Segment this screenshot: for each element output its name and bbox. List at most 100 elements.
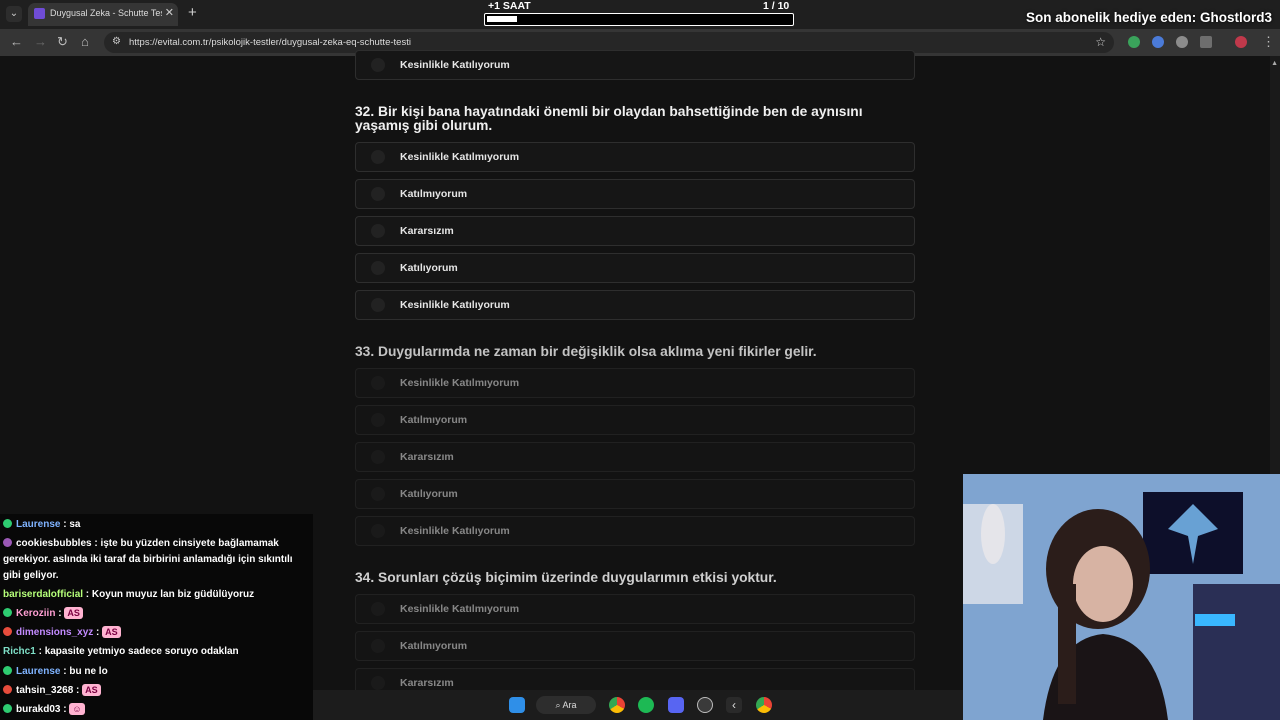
url-text[interactable]: https://evital.com.tr/psikolojik-testler… — [129, 37, 411, 48]
chat-separator: : — [55, 608, 65, 619]
radio-button[interactable] — [371, 224, 385, 238]
spotify-icon[interactable] — [638, 697, 654, 713]
chat-username[interactable]: dimensions_xyz — [16, 627, 93, 638]
browser-tab[interactable]: Duygusal Zeka - Schutte Testi (EQ ✕ — [28, 3, 178, 26]
chat-username[interactable]: Keroziin — [16, 608, 55, 619]
option-label: Kesinlikle Katılmıyorum — [400, 603, 520, 615]
answer-option[interactable]: Kesinlikle Katılıyorum — [355, 290, 915, 320]
option-label: Katılmıyorum — [400, 640, 468, 652]
chat-username[interactable]: burakd03 — [16, 704, 60, 715]
chat-badge-icon — [3, 627, 12, 636]
back-icon[interactable]: ← — [10, 34, 23, 49]
radio-button[interactable] — [371, 376, 385, 390]
subathon-progress-fill — [487, 16, 517, 22]
chrome-icon[interactable] — [756, 697, 772, 713]
chrome-icon[interactable] — [609, 697, 625, 713]
chat-separator: : — [73, 685, 83, 696]
radio-button[interactable] — [371, 298, 385, 312]
extension-audio-icon[interactable] — [1152, 36, 1164, 48]
radio-button[interactable] — [371, 487, 385, 501]
option-label: Kararsızım — [400, 451, 454, 463]
radio-button[interactable] — [371, 602, 385, 616]
radio-button[interactable] — [371, 450, 385, 464]
menu-dots-icon[interactable]: ⋮ — [1262, 34, 1275, 50]
answer-option[interactable]: Katılmıyorum — [355, 405, 915, 435]
radio-button[interactable] — [371, 639, 385, 653]
chat-separator: : — [93, 627, 103, 638]
taskbar-search[interactable]: ⌕ Ara — [536, 696, 596, 714]
option-label: Kesinlikle Katılıyorum — [400, 59, 510, 71]
chat-username[interactable]: bariserdalofficial — [3, 589, 83, 600]
new-tab-icon[interactable]: + — [188, 4, 197, 21]
scroll-up-icon[interactable]: ▲ — [1271, 60, 1278, 67]
site-info-icon[interactable]: ⚙ — [112, 36, 121, 47]
close-tab-icon[interactable]: ✕ — [165, 6, 174, 19]
forward-icon[interactable]: → — [34, 34, 47, 49]
radio-button[interactable] — [371, 58, 385, 72]
question-32: 32. Bir kişi bana hayatındaki önemli bir… — [355, 104, 863, 133]
home-icon[interactable]: ⌂ — [81, 34, 89, 49]
radio-button[interactable] — [371, 150, 385, 164]
answer-option[interactable]: Kararsızım — [355, 442, 915, 472]
extensions-puzzle-icon[interactable] — [1200, 36, 1212, 48]
question-34: 34. Sorunları çözüş biçimim üzerinde duy… — [355, 570, 777, 585]
taskbar-search-label: Ara — [562, 700, 577, 710]
subathon-counter: 1 / 10 — [763, 0, 790, 12]
option-label: Kesinlikle Katılmıyorum — [400, 151, 520, 163]
question-33: 33. Duygularımda ne zaman bir değişiklik… — [355, 344, 817, 359]
chat-message: Richc1 : kapasite yetmiyo sadece soruyo … — [3, 644, 311, 660]
option-label: Kesinlikle Katılıyorum — [400, 525, 510, 537]
answer-option[interactable]: Katılıyorum — [355, 479, 915, 509]
bookmark-star-icon[interactable]: ☆ — [1095, 35, 1106, 49]
search-icon: ⌕ — [555, 700, 563, 710]
radio-button[interactable] — [371, 187, 385, 201]
chat-emote-icon: ☺ — [69, 703, 85, 715]
reload-icon[interactable]: ↻ — [57, 34, 68, 50]
chat-message: Keroziin : AS — [3, 606, 311, 622]
extension-shield-icon[interactable] — [1128, 36, 1140, 48]
radio-button[interactable] — [371, 524, 385, 538]
answer-option[interactable]: Kararsızım — [355, 216, 915, 246]
obs-icon[interactable] — [697, 697, 713, 713]
answer-option[interactable]: Katılmıyorum — [355, 631, 915, 661]
radio-button[interactable] — [371, 261, 385, 275]
answer-option[interactable]: Katılmıyorum — [355, 179, 915, 209]
chat-username[interactable]: tahsin_3268 — [16, 685, 73, 696]
chat-username[interactable]: cookiesbubbles — [16, 538, 92, 549]
stream-chat: Laurense : sa cookiesbubbles : işte bu yü… — [0, 514, 313, 720]
answer-option[interactable]: Kesinlikle Katılıyorum — [355, 50, 915, 80]
profile-avatar[interactable] — [1235, 36, 1247, 48]
option-label: Kesinlikle Katılıyorum — [400, 299, 510, 311]
radio-button[interactable] — [371, 676, 385, 690]
chat-message: dimensions_xyz : AS — [3, 625, 311, 641]
discord-icon[interactable] — [668, 697, 684, 713]
chat-emote-icon: AS — [102, 626, 121, 638]
answer-option[interactable]: Katılıyorum — [355, 253, 915, 283]
answer-option[interactable]: Kesinlikle Katılmıyorum — [355, 368, 915, 398]
chat-username[interactable]: Richc1 — [3, 646, 36, 657]
chat-badge-icon — [3, 685, 12, 694]
gift-sub-banner: Son abonelik hediye eden: Ghostlord3 — [1026, 10, 1273, 25]
chat-separator: : — [35, 646, 45, 657]
answer-option[interactable]: Kesinlikle Katılmıyorum — [355, 594, 915, 624]
chat-message: burakd03 : ☺ — [3, 702, 311, 718]
chat-badge-icon — [3, 704, 12, 713]
chat-text: Koyun muyuz lan biz güdülüyoruz — [91, 589, 255, 600]
option-label: Katılıyorum — [400, 262, 458, 274]
answer-option[interactable]: Kesinlikle Katılıyorum — [355, 516, 915, 546]
chat-username[interactable]: Laurense — [16, 519, 60, 530]
extension-icon[interactable] — [1176, 36, 1188, 48]
site-favicon-icon — [34, 8, 45, 19]
option-label: Katılmıyorum — [400, 414, 468, 426]
tab-search-icon[interactable]: ⌄ — [6, 6, 22, 22]
chat-message: tahsin_3268 : AS — [3, 683, 311, 699]
windows-start-icon[interactable] — [509, 697, 525, 713]
chat-username[interactable]: Laurense — [16, 666, 60, 677]
answer-option[interactable]: Kesinlikle Katılmıyorum — [355, 142, 915, 172]
radio-button[interactable] — [371, 413, 385, 427]
option-label: Kararsızım — [400, 225, 454, 237]
app-icon[interactable]: ‹ — [726, 697, 742, 713]
chat-badge-icon — [3, 608, 12, 617]
chat-badge-icon — [3, 538, 12, 547]
chat-message: Laurense : bu ne lo — [3, 664, 311, 680]
